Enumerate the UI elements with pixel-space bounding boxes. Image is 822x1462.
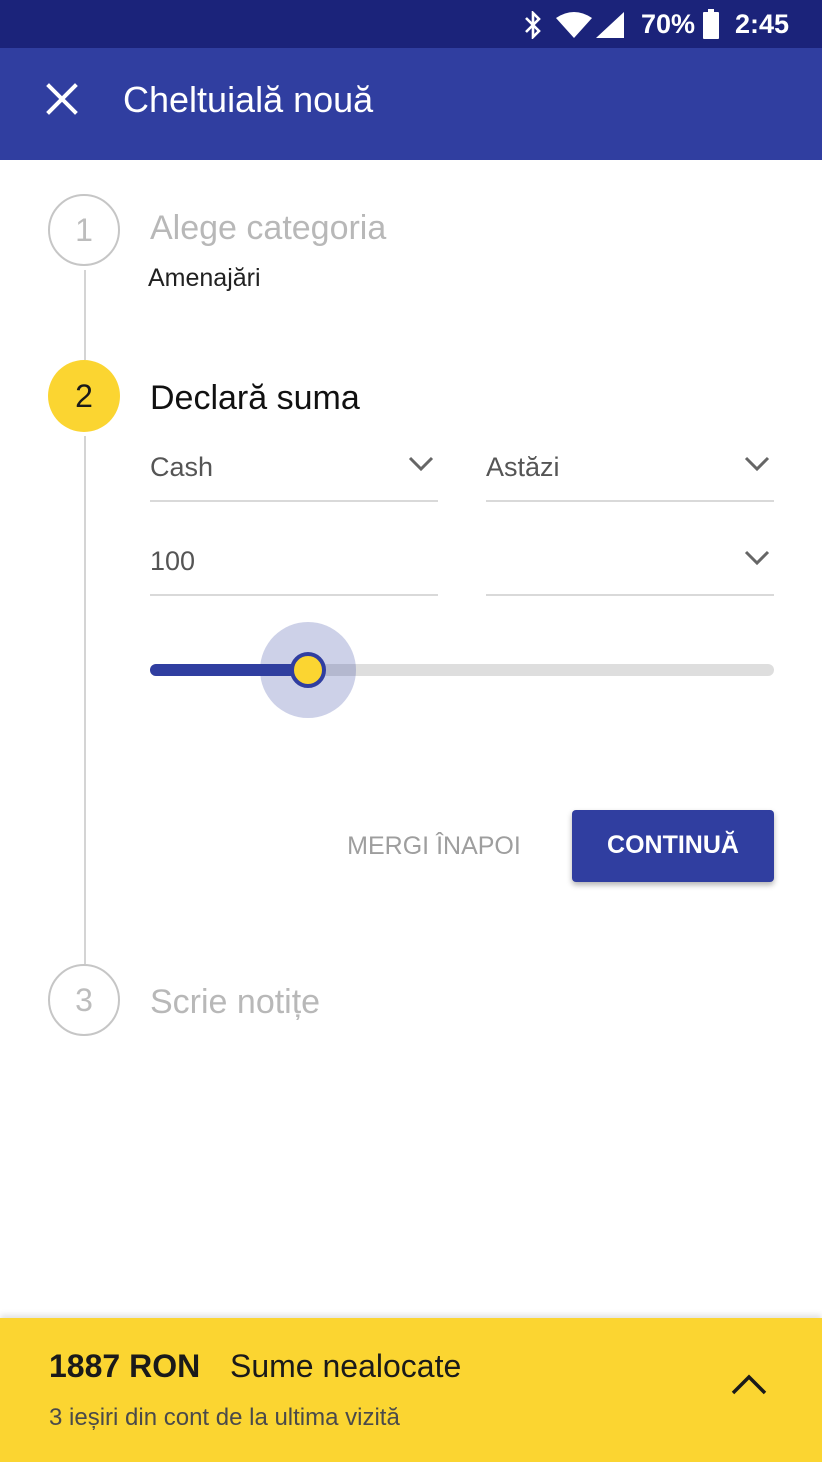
- bluetooth-icon: [525, 11, 541, 39]
- back-button[interactable]: MERGI ÎNAPOI: [330, 818, 538, 874]
- unallocated-amounts-sheet[interactable]: 1887 RON Sume nealocate 3 ieșiri din con…: [0, 1318, 822, 1462]
- step-1-number: 1: [48, 194, 120, 266]
- chevron-up-icon[interactable]: [730, 1372, 768, 1396]
- step-connector: [84, 270, 86, 360]
- app-bar: Cheltuială nouă: [0, 48, 822, 160]
- close-icon[interactable]: [44, 81, 80, 117]
- payment-method-value: Cash: [150, 452, 214, 482]
- wifi-icon: [556, 12, 592, 38]
- unallocated-amount: 1887 RON: [49, 1348, 201, 1384]
- status-bar: 70% 2:45: [0, 0, 822, 48]
- battery-icon: [703, 9, 719, 39]
- chevron-down-icon: [408, 456, 434, 472]
- step-3-title[interactable]: Scrie notițe: [150, 982, 320, 1022]
- date-value: Astăzi: [486, 452, 560, 482]
- clock: 2:45: [735, 9, 790, 39]
- step-3-number: 3: [48, 964, 120, 1036]
- step-2-number: 2: [48, 360, 120, 432]
- unallocated-label: Sume nealocate: [230, 1348, 462, 1384]
- page-title: Cheltuială nouă: [123, 79, 374, 120]
- date-dropdown[interactable]: Astăzi: [486, 446, 774, 502]
- step-connector: [84, 436, 86, 964]
- chevron-down-icon: [744, 550, 770, 566]
- step-1-title[interactable]: Alege categoria: [150, 208, 386, 248]
- amount-slider[interactable]: [150, 622, 774, 718]
- unallocated-subtitle: 3 ieșiri din cont de la ultima vizită: [49, 1404, 400, 1431]
- step-1-selected-category: Amenajări: [148, 264, 261, 292]
- signal-icon: [596, 12, 624, 38]
- amount-value: 100: [150, 546, 196, 576]
- chevron-down-icon: [744, 456, 770, 472]
- step-2-title: Declară suma: [150, 379, 360, 417]
- currency-dropdown[interactable]: [486, 540, 774, 596]
- slider-thumb[interactable]: [289, 652, 326, 688]
- amount-input[interactable]: 100: [150, 540, 438, 596]
- payment-method-dropdown[interactable]: Cash: [150, 446, 438, 502]
- battery-percent: 70%: [641, 9, 696, 39]
- continue-button[interactable]: CONTINUĂ: [572, 810, 774, 882]
